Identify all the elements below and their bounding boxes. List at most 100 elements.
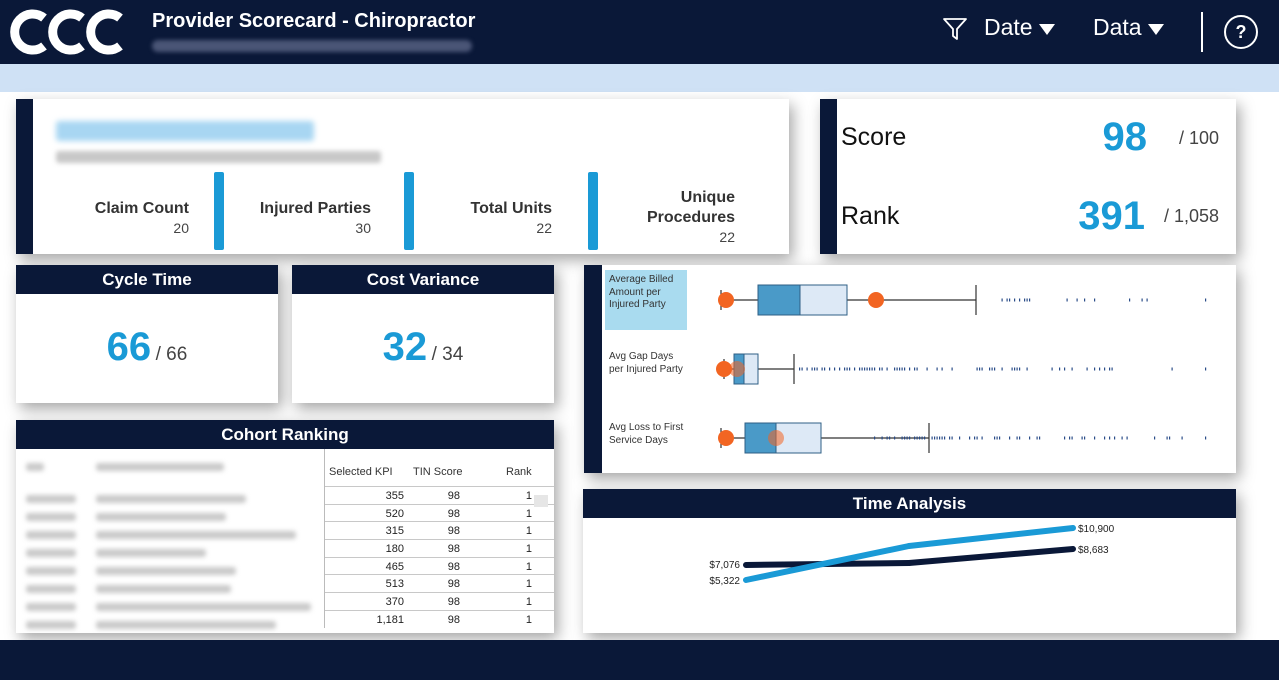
table-row[interactable]: 355 98 1 xyxy=(325,486,554,504)
boxplot-outlier xyxy=(844,367,846,371)
boxplot-outlier xyxy=(1026,367,1028,371)
boxplot-outlier xyxy=(799,367,801,371)
boxplot-outlier xyxy=(914,367,916,371)
provider-name-redacted xyxy=(56,121,314,141)
time-analysis-chart: $7,076 $5,322 $10,900 $8,683 xyxy=(709,524,1114,587)
cycle-time-total: / 66 xyxy=(155,344,188,365)
boxplot-outlier xyxy=(1114,436,1116,440)
redacted-text xyxy=(26,585,76,593)
boxplot-outlier xyxy=(1121,436,1123,440)
column-header[interactable]: Selected KPI xyxy=(329,466,393,478)
filter-icon[interactable] xyxy=(942,16,968,42)
table-row[interactable]: 520 98 1 xyxy=(325,503,554,522)
cost-variance-value: 32 xyxy=(382,325,428,369)
boxplot-outlier xyxy=(904,367,906,371)
boxplot-outlier xyxy=(1099,367,1101,371)
table-cell: 1 xyxy=(525,578,532,591)
boxplot-outlier xyxy=(1205,436,1207,440)
boxplot-outlier xyxy=(1171,367,1173,371)
boxplot-outlier xyxy=(926,367,928,371)
boxplot-outlier xyxy=(859,367,861,371)
boxplot-outlier xyxy=(916,436,918,440)
boxplot-outlier xyxy=(936,367,938,371)
stat-claim-count: Claim Count 20 xyxy=(76,199,189,236)
table-row[interactable]: 315 98 1 xyxy=(325,521,554,539)
boxplot-outlier xyxy=(1109,367,1111,371)
table-scrollbar[interactable] xyxy=(534,495,548,507)
boxplot-outlier xyxy=(1016,436,1018,440)
table-cell: 98 xyxy=(447,613,460,626)
data-dropdown[interactable]: Data xyxy=(1093,14,1164,41)
boxplot-outlier xyxy=(994,436,996,440)
boxplot-outlier xyxy=(1166,436,1168,440)
boxplot-outlier xyxy=(1084,298,1086,302)
table-cell: 1 xyxy=(525,560,532,573)
stat-divider xyxy=(588,172,598,250)
table-row[interactable]: 180 98 1 xyxy=(325,539,554,557)
boxplot-outlier xyxy=(1094,367,1096,371)
boxplot-outlier xyxy=(811,367,813,371)
boxplot-outlier xyxy=(894,436,896,440)
boxplot-outlier xyxy=(1011,367,1013,371)
boxplot-outlier xyxy=(936,436,938,440)
boxplot-outlier xyxy=(1019,298,1021,302)
boxplot-outlier xyxy=(944,436,946,440)
table-cell: 98 xyxy=(447,525,460,538)
boxplot-outlier xyxy=(869,367,871,371)
series-line-blue xyxy=(906,525,1076,549)
boxplot-outlier xyxy=(981,367,983,371)
boxplot-outlier xyxy=(1036,436,1038,440)
company-logo xyxy=(10,9,123,55)
boxplot-outlier xyxy=(1094,436,1096,440)
table-row[interactable]: 1,181 98 1 xyxy=(325,609,554,628)
table-cell: 1,181 xyxy=(376,613,404,626)
boxplot-outlier xyxy=(1001,367,1003,371)
column-header[interactable]: TIN Score xyxy=(413,466,463,478)
boxplot-outlier xyxy=(866,367,868,371)
boxplot-outlier xyxy=(924,436,926,440)
stat-label: Claim Count xyxy=(94,200,189,217)
table-row[interactable]: 513 98 1 xyxy=(325,574,554,592)
stat-value: 30 xyxy=(355,220,371,236)
column-header[interactable]: Rank xyxy=(506,466,532,478)
boxplot-outlier xyxy=(1029,298,1031,302)
stat-value: 22 xyxy=(536,220,552,236)
header-divider xyxy=(1201,12,1203,52)
boxplot-outlier xyxy=(854,367,856,371)
table-cell: 520 xyxy=(385,507,404,520)
boxplot-outlier xyxy=(886,367,888,371)
series-end-label: $8,683 xyxy=(1078,545,1109,556)
cohort-ranking-card: Cohort Ranking Selected KPI TIN Score Ra… xyxy=(16,420,554,633)
table-row[interactable]: 370 98 1 xyxy=(325,592,554,610)
boxplot-outlier xyxy=(1014,367,1016,371)
boxplot-outlier xyxy=(874,436,876,440)
time-analysis-card: Time Analysis $7,076 $5,322 $10,900 $8,6… xyxy=(583,489,1236,633)
cycle-time-metric: 66 / 66 xyxy=(16,325,278,370)
boxplot-outlier xyxy=(1109,436,1111,440)
table-cell: 370 xyxy=(385,596,404,609)
table-row[interactable]: 465 98 1 xyxy=(325,556,554,575)
boxplot-outlier xyxy=(981,436,983,440)
help-button[interactable]: ? xyxy=(1224,15,1258,49)
boxplot-upper-box xyxy=(799,284,848,316)
boxplot-outlier xyxy=(1205,298,1207,302)
stat-unique-procedures: Unique Procedures 22 xyxy=(616,188,735,245)
boxplot-outlier xyxy=(901,436,903,440)
boxplot-outlier xyxy=(1001,298,1003,302)
boxplot-upper-box xyxy=(743,353,759,385)
boxplot-outlier xyxy=(959,436,961,440)
boxplot-outlier xyxy=(1076,298,1078,302)
score-total: / 100 xyxy=(1179,128,1220,148)
redacted-text xyxy=(26,621,76,629)
boxplot-outlier xyxy=(974,436,976,440)
boxplot-outlier xyxy=(909,367,911,371)
boxplot-outlier xyxy=(1014,298,1016,302)
boxplot-outlier xyxy=(879,367,881,371)
date-dropdown[interactable]: Date xyxy=(984,14,1055,41)
table-cell: 98 xyxy=(447,578,460,591)
boxplot-outlier xyxy=(1081,436,1083,440)
redacted-text xyxy=(26,495,76,503)
boxplot-marker xyxy=(729,361,745,377)
redacted-text xyxy=(96,585,231,593)
boxplot-outlier xyxy=(1104,436,1106,440)
